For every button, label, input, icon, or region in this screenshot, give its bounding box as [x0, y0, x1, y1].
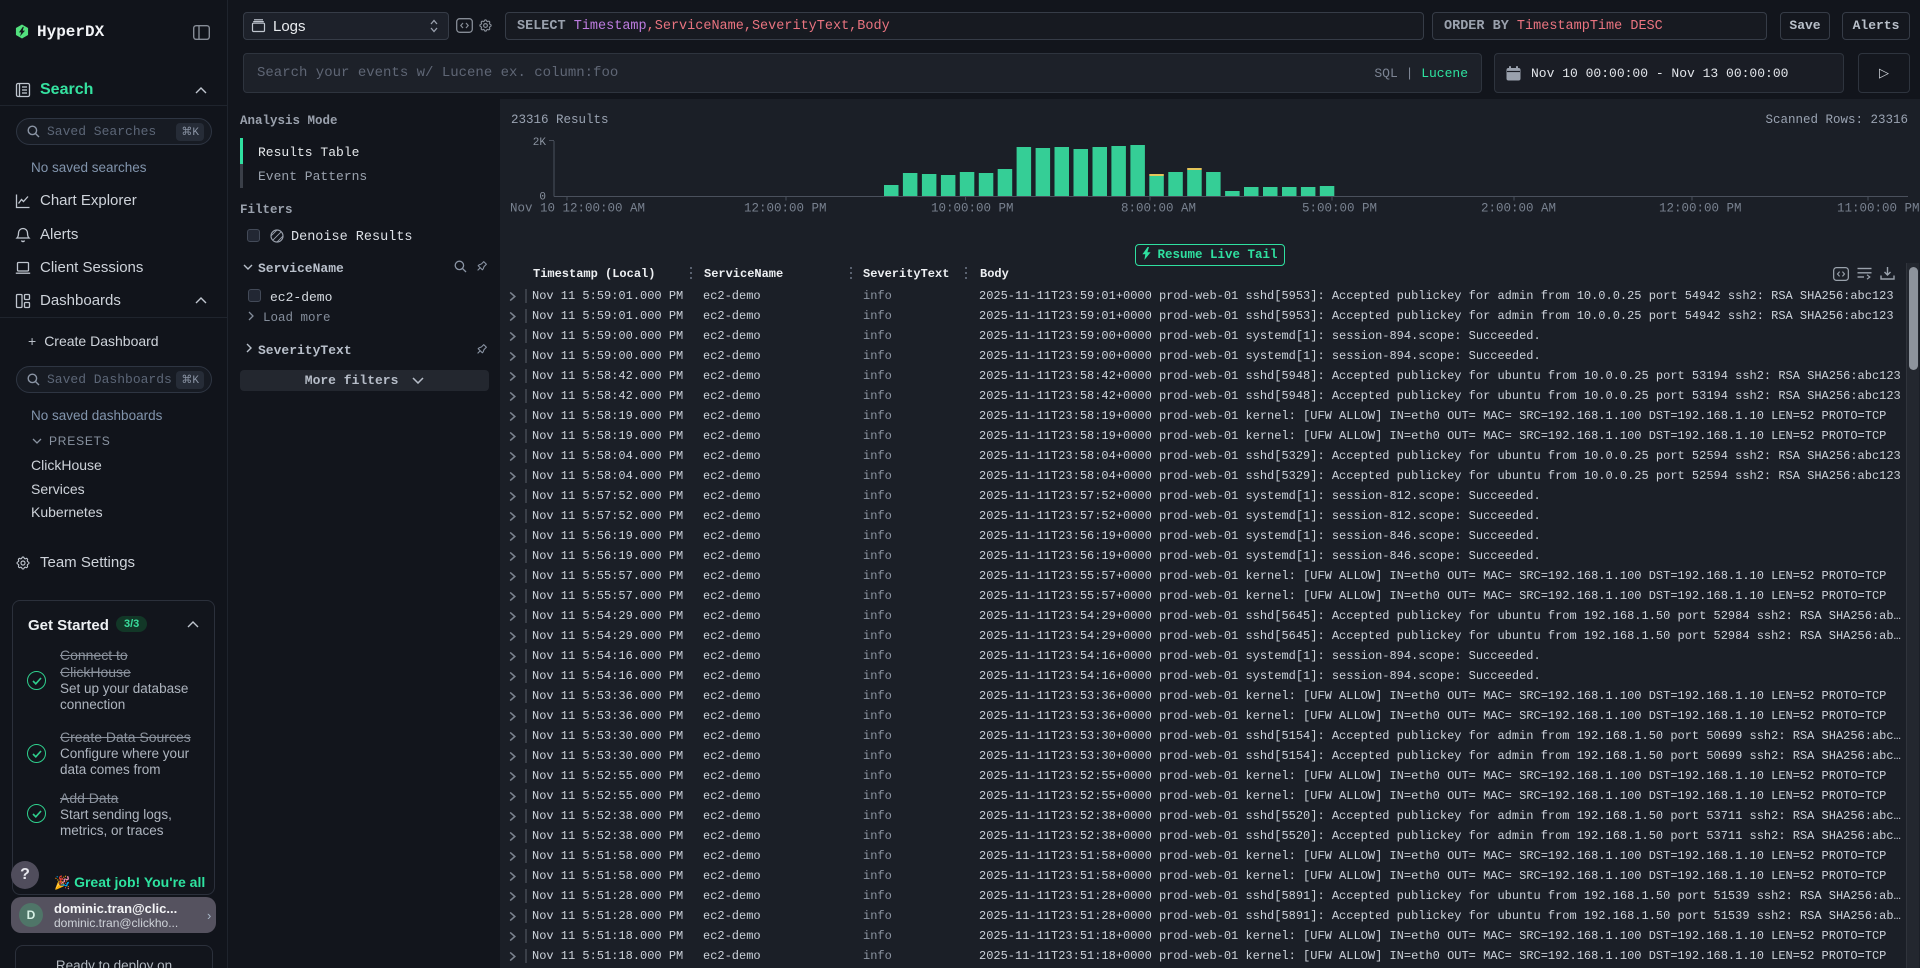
svg-text:2K: 2K [533, 137, 547, 149]
svg-text:11:00:00 PM: 11:00:00 PM [1837, 202, 1920, 216]
svg-text:12:00:00 PM: 12:00:00 PM [744, 202, 827, 216]
svg-text:2:00:00 AM: 2:00:00 AM [1481, 202, 1556, 216]
svg-text:Nov 10 12:00:00 AM: Nov 10 12:00:00 AM [510, 202, 645, 216]
svg-text:8:00:00 AM: 8:00:00 AM [1121, 202, 1196, 216]
svg-text:5:00:00 PM: 5:00:00 PM [1302, 202, 1377, 216]
svg-text:10:00:00 PM: 10:00:00 PM [931, 202, 1014, 216]
svg-text:12:00:00 PM: 12:00:00 PM [1659, 202, 1742, 216]
